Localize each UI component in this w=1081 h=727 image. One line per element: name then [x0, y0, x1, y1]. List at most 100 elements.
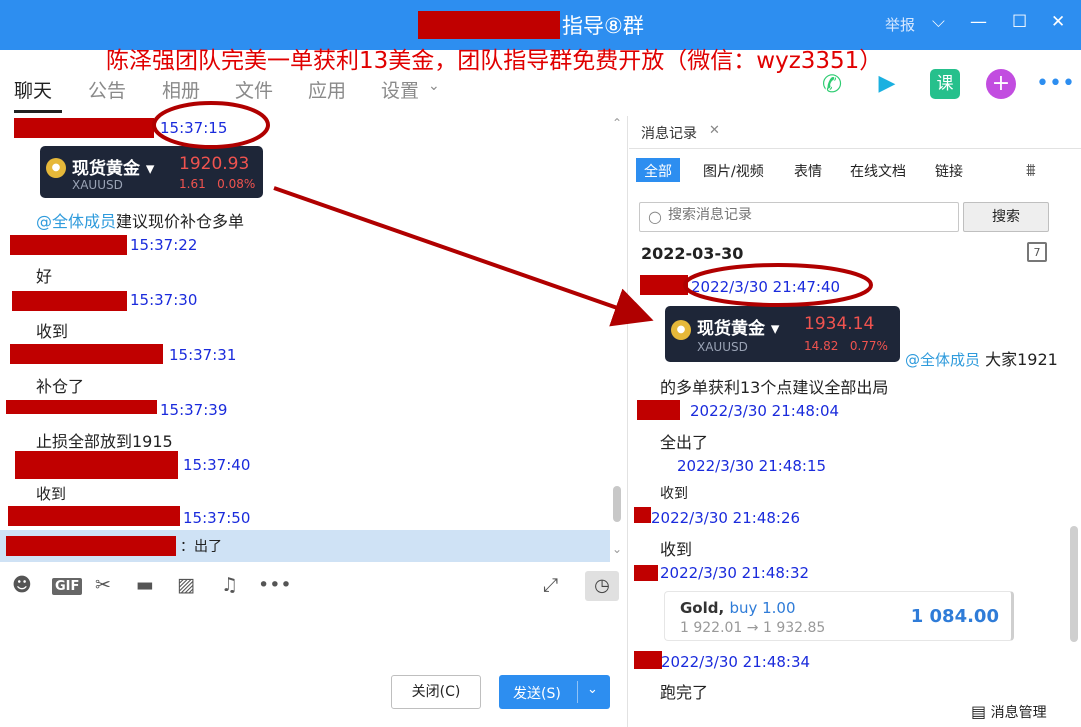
message-text: 收到: [36, 485, 67, 503]
emoji-icon[interactable]: ☻: [12, 574, 32, 596]
search-input[interactable]: [668, 207, 948, 223]
tab-album[interactable]: 相册: [162, 76, 200, 103]
message-time: 15:37:50: [183, 509, 251, 527]
message-text: 的多单获利13个点建议全部出局: [660, 378, 889, 397]
chevron-down-icon[interactable]: ⌄: [587, 682, 598, 697]
filter-settings-icon[interactable]: ⩩: [1026, 160, 1036, 181]
tab-settings[interactable]: 设置: [381, 76, 419, 103]
gold-quote-card[interactable]: ● 现货黄金 ▾ XAUUSD 1934.14 14.82 0.77%: [665, 306, 900, 362]
trade-close-price: 1 932.85: [762, 620, 826, 636]
quote-change-pct: 0.77%: [849, 339, 888, 353]
trade-title: Gold, buy 1.00: [680, 599, 796, 617]
bell-icon[interactable]: ♫: [221, 574, 238, 596]
plus-icon[interactable]: +: [986, 69, 1016, 99]
redacted-sender: [6, 536, 176, 556]
expand-icon[interactable]: ⤢: [543, 574, 558, 596]
message-text: 收到: [36, 322, 69, 341]
message-time: 15:37:31: [169, 346, 237, 364]
close-button[interactable]: 关闭(C): [391, 675, 481, 709]
gif-icon[interactable]: GIF: [52, 578, 83, 595]
quote-symbol: XAUUSD: [72, 178, 123, 192]
message-manage-link[interactable]: ▤ 消息管理: [971, 702, 1047, 722]
redacted-sender: [14, 118, 154, 138]
maximize-icon[interactable]: ☐: [1012, 12, 1027, 32]
chat-bubble-icon: ▤: [971, 702, 987, 721]
redacted-sender: [15, 451, 178, 479]
filter-media[interactable]: 图片/视频: [695, 158, 772, 182]
more-tools-icon[interactable]: •••: [258, 574, 292, 596]
chevron-down-icon[interactable]: ⌄: [428, 78, 440, 94]
search-box[interactable]: ○: [639, 202, 959, 232]
collapse-down-icon[interactable]: ⌄: [612, 542, 622, 556]
close-icon[interactable]: ✕: [709, 123, 720, 138]
quote-change: 14.82 0.77%: [804, 339, 888, 353]
filter-docs[interactable]: 在线文档: [842, 158, 914, 182]
send-button[interactable]: 发送(S) ⌄: [499, 675, 610, 709]
history-clock-icon[interactable]: ◷: [585, 571, 619, 601]
selected-message-row[interactable]: ：出了: [0, 530, 610, 562]
gold-coin-icon: ●: [46, 158, 66, 178]
tab-announcement[interactable]: 公告: [88, 76, 126, 103]
redacted-sender: [634, 651, 662, 669]
report-link[interactable]: 举报: [885, 14, 915, 35]
redacted-sender: [637, 400, 680, 420]
search-icon: ○: [648, 207, 662, 226]
collapse-up-icon[interactable]: ⌃: [612, 116, 622, 130]
image-icon[interactable]: ▨: [177, 574, 195, 596]
quote-name-text: 现货黄金: [72, 159, 140, 179]
message-time: 15:37:40: [183, 456, 251, 474]
quote-symbol: XAUUSD: [697, 340, 748, 354]
quote-change-value: 14.82: [804, 339, 839, 353]
scrollbar[interactable]: [1070, 526, 1078, 642]
trade-open-price: 1 922.01: [680, 620, 743, 636]
filter-stickers[interactable]: 表情: [786, 158, 830, 182]
date-header: 2022-03-30: [641, 244, 744, 263]
message-time: 2022/3/30 21:48:26: [651, 509, 801, 527]
message-text: 收到: [660, 540, 693, 559]
redacted-sender: [10, 235, 127, 255]
trade-profit: 1 084.00: [910, 606, 999, 627]
message-text: @全体成员建议现价补仓多单: [36, 208, 244, 232]
trade-side: buy 1.00: [729, 599, 796, 617]
message-time: 2022/3/30 21:48:32: [660, 564, 810, 582]
course-icon[interactable]: 课: [930, 69, 960, 99]
message-text: 止损全部放到1915: [36, 432, 173, 451]
message-text: 好: [36, 267, 53, 286]
arrow-right-icon: →: [746, 620, 759, 636]
message-time: 2022/3/30 21:48:04: [690, 402, 840, 420]
more-icon[interactable]: •••: [1036, 69, 1075, 99]
redacted-sender: [634, 565, 658, 581]
trade-result-card[interactable]: Gold, buy 1.00 1 922.01 → 1 932.85 1 084…: [664, 591, 1014, 641]
quote-name: 现货黄金 ▾: [72, 159, 155, 179]
search-button[interactable]: 搜索: [963, 202, 1049, 232]
message-time: 15:37:30: [130, 291, 198, 309]
quote-price: 1920.93: [179, 154, 250, 174]
message-body: 大家1921: [985, 350, 1058, 369]
tab-chat[interactable]: 聊天: [14, 76, 52, 103]
scrollbar[interactable]: [613, 486, 621, 522]
mention-all[interactable]: @全体成员: [905, 351, 980, 369]
filter-all[interactable]: 全部: [636, 158, 680, 182]
scissors-icon[interactable]: ✂: [95, 574, 111, 596]
close-icon[interactable]: ✕: [1051, 12, 1065, 32]
quote-change: 1.61 0.08%: [179, 177, 255, 191]
redacted-sender: [10, 344, 163, 364]
gold-quote-card[interactable]: ● 现货黄金 ▾ XAUUSD 1920.93 1.61 0.08%: [40, 146, 263, 198]
divider: [577, 681, 578, 703]
chevron-down-icon[interactable]: ⌵: [932, 12, 945, 32]
calendar-icon[interactable]: 7: [1027, 242, 1047, 262]
folder-icon[interactable]: ▬: [136, 574, 154, 596]
history-tab[interactable]: 消息记录 ✕: [629, 116, 733, 148]
redacted-sender: [8, 506, 180, 526]
redacted-sender: [6, 400, 157, 414]
quote-change-value: 1.61: [179, 177, 206, 191]
tab-apps[interactable]: 应用: [308, 76, 346, 103]
filter-links[interactable]: 链接: [927, 158, 971, 182]
tab-files[interactable]: 文件: [235, 76, 273, 103]
trade-prices: 1 922.01 → 1 932.85: [680, 620, 825, 636]
mention-all[interactable]: @全体成员: [36, 212, 116, 231]
message-text: 跑完了: [660, 683, 709, 702]
quote-name-text: 现货黄金: [697, 319, 765, 339]
minimize-icon[interactable]: —: [970, 12, 987, 32]
quote-name: 现货黄金 ▾: [697, 319, 780, 339]
